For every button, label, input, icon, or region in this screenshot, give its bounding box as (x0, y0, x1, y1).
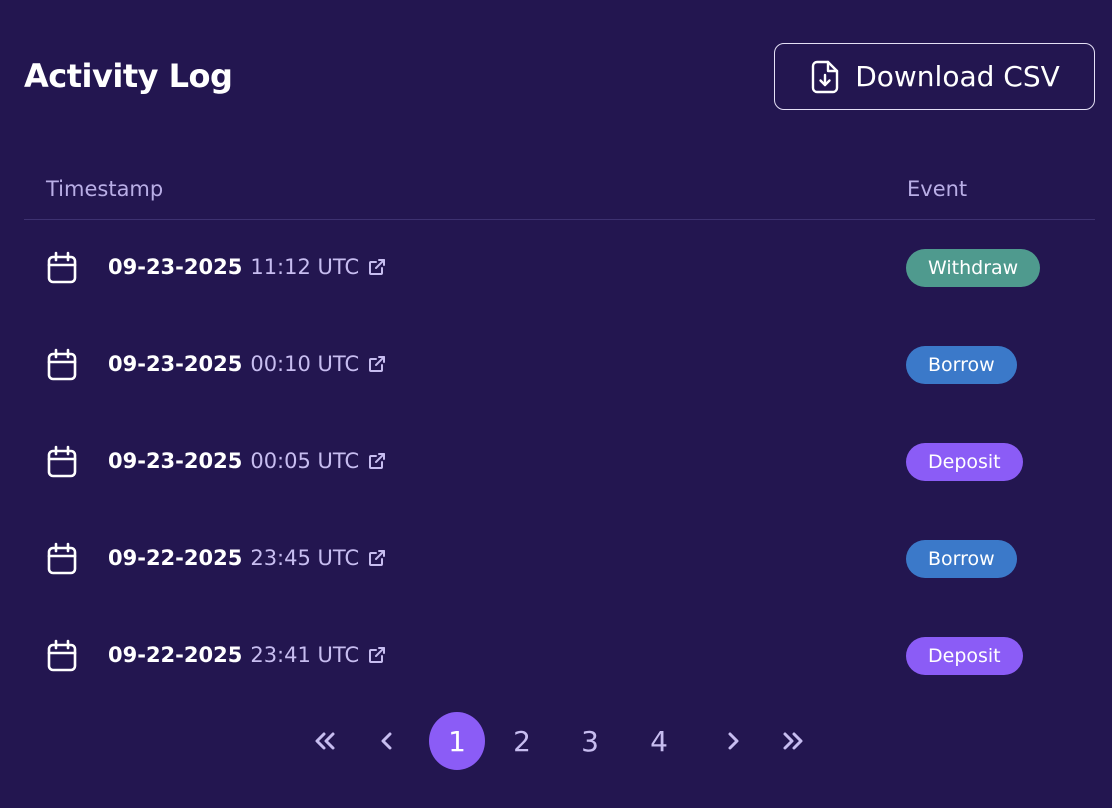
table-row: 09-23-2025 11:12 UTC Withdraw (24, 238, 1095, 298)
timestamp-cell: 09-23-2025 00:10 UTC (108, 349, 387, 379)
page-1-button[interactable]: 1 (429, 712, 485, 770)
external-link-icon[interactable] (367, 645, 387, 665)
event-badge: Borrow (906, 346, 1017, 384)
activity-log-panel: Activity Log Download CSV Timestamp Even… (0, 0, 1112, 808)
table-row: 09-22-2025 23:41 UTC Deposit (24, 626, 1095, 686)
row-date: 09-22-2025 (108, 643, 243, 667)
column-header-timestamp: Timestamp (46, 177, 164, 201)
table-row: 09-22-2025 23:45 UTC Borrow (24, 529, 1095, 589)
row-date: 09-23-2025 (108, 255, 243, 279)
table-row: 09-23-2025 00:05 UTC Deposit (24, 432, 1095, 492)
double-chevron-left-icon (311, 727, 339, 755)
row-time: 00:05 UTC (250, 449, 360, 473)
calendar-icon (46, 542, 78, 576)
external-link-icon[interactable] (367, 548, 387, 568)
external-link-icon[interactable] (367, 354, 387, 374)
row-time: 11:12 UTC (250, 255, 360, 279)
pagination: 1 2 3 4 (0, 712, 1112, 770)
timestamp-cell: 09-22-2025 23:45 UTC (108, 543, 387, 573)
column-header-event: Event (907, 177, 968, 201)
double-chevron-right-icon (779, 727, 807, 755)
chevron-left-icon (373, 727, 401, 755)
page-title: Activity Log (24, 57, 233, 95)
page-3-button[interactable]: 3 (562, 712, 618, 770)
event-badge: Borrow (906, 540, 1017, 578)
file-download-icon (809, 59, 841, 95)
row-time: 00:10 UTC (250, 352, 360, 376)
row-date: 09-23-2025 (108, 352, 243, 376)
chevron-right-icon (719, 727, 747, 755)
row-time: 23:41 UTC (250, 643, 360, 667)
row-date: 09-23-2025 (108, 449, 243, 473)
timestamp-cell: 09-22-2025 23:41 UTC (108, 640, 387, 670)
download-csv-button[interactable]: Download CSV (774, 43, 1095, 110)
table-header: Timestamp Event (24, 170, 1095, 220)
calendar-icon (46, 251, 78, 285)
download-csv-label: Download CSV (855, 60, 1060, 93)
calendar-icon (46, 639, 78, 673)
next-page-button[interactable] (705, 712, 761, 770)
external-link-icon[interactable] (367, 451, 387, 471)
first-page-button[interactable] (297, 712, 353, 770)
calendar-icon (46, 348, 78, 382)
calendar-icon (46, 445, 78, 479)
row-time: 23:45 UTC (250, 546, 360, 570)
last-page-button[interactable] (765, 712, 821, 770)
table-row: 09-23-2025 00:10 UTC Borrow (24, 335, 1095, 395)
event-badge: Withdraw (906, 249, 1041, 287)
event-badge: Deposit (906, 443, 1023, 481)
row-date: 09-22-2025 (108, 546, 243, 570)
external-link-icon[interactable] (367, 257, 387, 277)
timestamp-cell: 09-23-2025 11:12 UTC (108, 252, 387, 282)
page-2-button[interactable]: 2 (494, 712, 550, 770)
event-badge: Deposit (906, 637, 1023, 675)
page-4-button[interactable]: 4 (631, 712, 687, 770)
previous-page-button[interactable] (359, 712, 415, 770)
timestamp-cell: 09-23-2025 00:05 UTC (108, 446, 387, 476)
